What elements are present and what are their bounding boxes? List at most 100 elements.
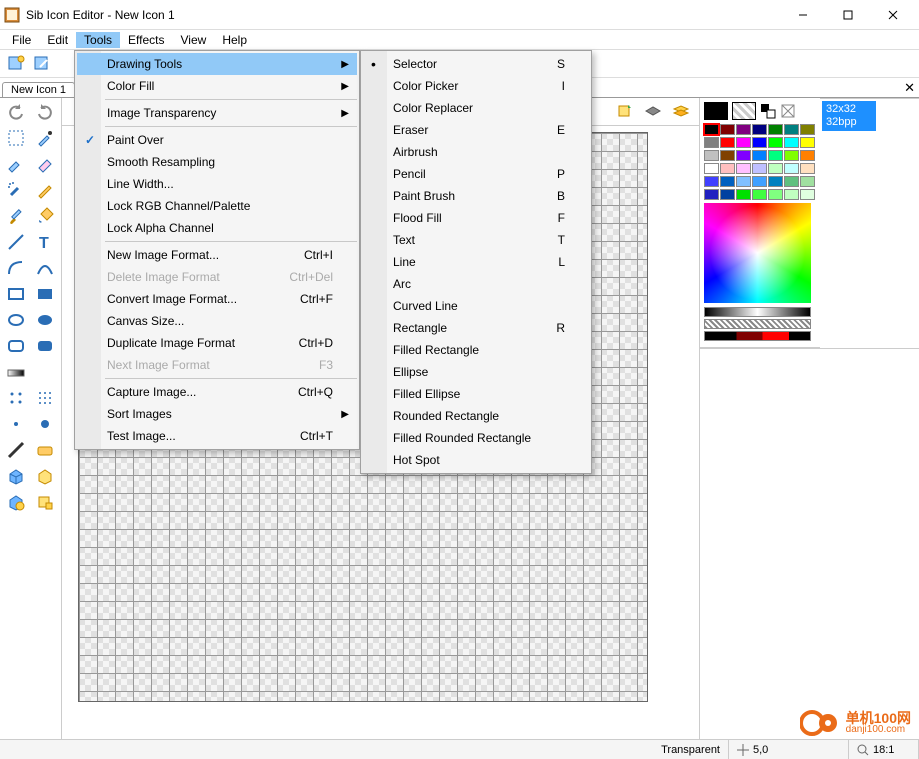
filled-rectangle-tool[interactable] bbox=[32, 282, 60, 306]
palette-0-1[interactable] bbox=[720, 124, 735, 135]
paint-brush-tool[interactable] bbox=[2, 204, 30, 228]
current-fg-color[interactable] bbox=[704, 102, 728, 120]
brush-size-1[interactable] bbox=[2, 412, 30, 436]
tools-menu-item-11[interactable]: New Image Format...Ctrl+I bbox=[77, 244, 357, 266]
palette-2-0[interactable] bbox=[704, 150, 719, 161]
menu-file[interactable]: File bbox=[4, 32, 39, 48]
pattern-1[interactable] bbox=[2, 386, 30, 410]
eraser-tool[interactable] bbox=[32, 152, 60, 176]
tools-menu-item-18[interactable]: Capture Image...Ctrl+Q bbox=[77, 381, 357, 403]
palette-0-0[interactable] bbox=[704, 124, 719, 135]
minimize-button[interactable] bbox=[780, 0, 825, 29]
palette-1-0[interactable] bbox=[704, 137, 719, 148]
tools-menu-item-20[interactable]: Test Image...Ctrl+T bbox=[77, 425, 357, 447]
tools-menu-item-15[interactable]: Duplicate Image FormatCtrl+D bbox=[77, 332, 357, 354]
palette-3-0[interactable] bbox=[704, 163, 719, 174]
rectangle-tool[interactable] bbox=[2, 282, 30, 306]
tools-menu-item-0[interactable]: Drawing Tools▶ bbox=[77, 53, 357, 75]
drawing-tool-item-8[interactable]: TextT bbox=[363, 229, 589, 251]
flood-fill-tool[interactable] bbox=[32, 204, 60, 228]
maximize-button[interactable] bbox=[825, 0, 870, 29]
palette-2-2[interactable] bbox=[736, 150, 751, 161]
color-picker-tool[interactable] bbox=[32, 126, 60, 150]
text-tool[interactable]: T bbox=[32, 230, 60, 254]
open-icon-button[interactable] bbox=[30, 52, 54, 76]
color-palette[interactable] bbox=[704, 124, 816, 200]
layers-button[interactable] bbox=[641, 100, 665, 124]
drawing-tool-item-12[interactable]: RectangleR bbox=[363, 317, 589, 339]
palette-4-2[interactable] bbox=[736, 176, 751, 187]
drawing-tool-item-0[interactable]: •SelectorS bbox=[363, 53, 589, 75]
palette-4-0[interactable] bbox=[704, 176, 719, 187]
close-button[interactable] bbox=[870, 0, 915, 29]
menu-tools[interactable]: Tools bbox=[76, 32, 120, 48]
3d-extrude-tool[interactable] bbox=[32, 464, 60, 488]
pencil-tool[interactable] bbox=[32, 178, 60, 202]
tools-menu-item-13[interactable]: Convert Image Format...Ctrl+F bbox=[77, 288, 357, 310]
color-spectrum[interactable] bbox=[704, 203, 811, 303]
tools-menu-item-9[interactable]: Lock Alpha Channel bbox=[77, 217, 357, 239]
palette-0-5[interactable] bbox=[784, 124, 799, 135]
gradient-tool[interactable] bbox=[2, 360, 30, 384]
drawing-tool-item-9[interactable]: LineL bbox=[363, 251, 589, 273]
palette-1-5[interactable] bbox=[784, 137, 799, 148]
format-32x32-32bpp[interactable]: 32x32 32bpp bbox=[822, 101, 876, 131]
palette-5-6[interactable] bbox=[800, 189, 815, 200]
drawing-tool-item-7[interactable]: Flood FillF bbox=[363, 207, 589, 229]
tools-menu-item-5[interactable]: ✓Paint Over bbox=[77, 129, 357, 151]
drawing-tool-item-1[interactable]: Color PickerI bbox=[363, 75, 589, 97]
drawing-tool-item-6[interactable]: Paint BrushB bbox=[363, 185, 589, 207]
drawing-tool-item-16[interactable]: Rounded Rectangle bbox=[363, 405, 589, 427]
drawing-tool-item-18[interactable]: Hot Spot bbox=[363, 449, 589, 471]
palette-5-2[interactable] bbox=[736, 189, 751, 200]
palette-4-3[interactable] bbox=[752, 176, 767, 187]
tools-menu-item-1[interactable]: Color Fill▶ bbox=[77, 75, 357, 97]
gradient-strips[interactable] bbox=[704, 307, 816, 341]
line-tool[interactable] bbox=[2, 230, 30, 254]
palette-2-5[interactable] bbox=[784, 150, 799, 161]
palette-1-4[interactable] bbox=[768, 137, 783, 148]
shape-preset-2[interactable] bbox=[32, 438, 60, 462]
palette-3-5[interactable] bbox=[784, 163, 799, 174]
3d-box-tool[interactable] bbox=[2, 464, 30, 488]
current-bg-color[interactable] bbox=[732, 102, 756, 120]
new-icon-button[interactable] bbox=[4, 52, 28, 76]
filled-rounded-rectangle-tool[interactable] bbox=[32, 334, 60, 358]
3d-key-tool[interactable] bbox=[32, 490, 60, 514]
selector-tool[interactable] bbox=[2, 126, 30, 150]
close-tab-button[interactable]: ✕ bbox=[904, 80, 915, 96]
3d-lock-tool[interactable] bbox=[2, 490, 30, 514]
palette-0-4[interactable] bbox=[768, 124, 783, 135]
airbrush-tool[interactable] bbox=[2, 178, 30, 202]
palette-2-3[interactable] bbox=[752, 150, 767, 161]
palette-4-6[interactable] bbox=[800, 176, 815, 187]
drawing-tool-item-3[interactable]: EraserE bbox=[363, 119, 589, 141]
palette-3-3[interactable] bbox=[752, 163, 767, 174]
drawing-tool-item-4[interactable]: Airbrush bbox=[363, 141, 589, 163]
palette-5-5[interactable] bbox=[784, 189, 799, 200]
default-colors-icon[interactable] bbox=[780, 103, 796, 119]
palette-1-2[interactable] bbox=[736, 137, 751, 148]
drawing-tool-item-15[interactable]: Filled Ellipse bbox=[363, 383, 589, 405]
palette-2-6[interactable] bbox=[800, 150, 815, 161]
palette-5-1[interactable] bbox=[720, 189, 735, 200]
ellipse-tool[interactable] bbox=[2, 308, 30, 332]
drawing-tool-item-2[interactable]: Color Replacer bbox=[363, 97, 589, 119]
swap-colors-icon[interactable] bbox=[760, 103, 776, 119]
palette-1-6[interactable] bbox=[800, 137, 815, 148]
add-format-button[interactable] bbox=[613, 100, 637, 124]
redo-button[interactable] bbox=[32, 100, 60, 124]
tab-new-icon-1[interactable]: New Icon 1 bbox=[2, 82, 75, 97]
curved-line-tool[interactable] bbox=[32, 256, 60, 280]
menu-edit[interactable]: Edit bbox=[39, 32, 76, 48]
stack-button[interactable] bbox=[669, 100, 693, 124]
filled-ellipse-tool[interactable] bbox=[32, 308, 60, 332]
menu-view[interactable]: View bbox=[173, 32, 215, 48]
drawing-tool-item-11[interactable]: Curved Line bbox=[363, 295, 589, 317]
tools-menu-item-3[interactable]: Image Transparency▶ bbox=[77, 102, 357, 124]
palette-3-4[interactable] bbox=[768, 163, 783, 174]
shape-preset-1[interactable] bbox=[2, 438, 30, 462]
palette-2-1[interactable] bbox=[720, 150, 735, 161]
arc-tool[interactable] bbox=[2, 256, 30, 280]
drawing-tool-item-10[interactable]: Arc bbox=[363, 273, 589, 295]
